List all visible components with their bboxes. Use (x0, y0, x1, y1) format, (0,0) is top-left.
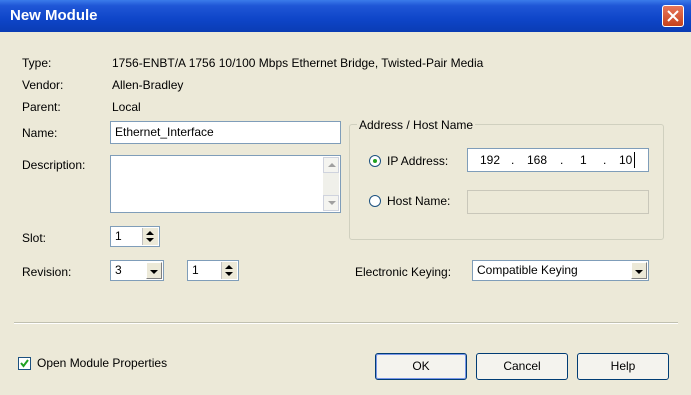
electronic-keying-dropdown-button[interactable] (631, 262, 647, 279)
slot-value: 1 (115, 229, 122, 243)
ip-dot: . (560, 153, 564, 167)
revision-minor-value: 1 (192, 263, 199, 277)
ip-octet-1: 192 (480, 153, 501, 167)
type-value: 1756-ENBT/A 1756 10/100 Mbps Ethernet Br… (112, 56, 484, 70)
ip-address-input[interactable]: 192 . 168 . 1 . 10 (467, 148, 649, 172)
address-group-label: Address / Host Name (357, 118, 476, 132)
slot-label: Slot: (22, 231, 47, 245)
spin-up-icon (225, 265, 233, 269)
ip-address-radio[interactable] (369, 155, 381, 167)
ip-address-label: IP Address: (387, 154, 449, 168)
description-label: Description: (22, 158, 86, 172)
chevron-down-icon (150, 270, 158, 274)
host-name-radio[interactable] (369, 195, 381, 207)
window-title: New Module (10, 7, 98, 24)
cancel-button[interactable]: Cancel (476, 353, 568, 380)
vendor-label: Vendor: (22, 78, 64, 92)
scroll-down-button[interactable] (323, 195, 339, 211)
revision-major-dropdown-button[interactable] (146, 262, 162, 279)
host-name-input[interactable] (467, 190, 649, 214)
text-cursor (634, 152, 635, 168)
spin-up-icon (146, 231, 154, 235)
host-name-label: Host Name: (387, 194, 451, 208)
parent-value: Local (112, 100, 141, 114)
title-bar (0, 0, 691, 32)
radio-selected-dot (373, 159, 377, 163)
spin-down-icon (225, 272, 233, 276)
revision-major-value: 3 (115, 263, 122, 277)
description-scrollbar[interactable] (323, 157, 339, 211)
revision-label: Revision: (22, 265, 72, 279)
close-button[interactable] (662, 5, 684, 27)
checkmark-icon (20, 359, 29, 368)
parent-label: Parent: (22, 100, 61, 114)
slot-stepper[interactable]: 1 (110, 226, 160, 247)
ip-octet-2: 168 (527, 153, 548, 167)
address-group (349, 124, 664, 240)
electronic-keying-label: Electronic Keying: (355, 265, 452, 279)
arrow-down-icon (328, 201, 336, 205)
name-input[interactable]: Ethernet_Interface (110, 121, 341, 144)
name-input-value: Ethernet_Interface (115, 125, 214, 139)
description-textarea[interactable] (110, 155, 341, 213)
spin-down-icon (146, 238, 154, 242)
vendor-value: Allen-Bradley (112, 78, 184, 92)
electronic-keying-value: Compatible Keying (477, 263, 578, 277)
open-module-properties-checkbox[interactable] (18, 357, 31, 370)
chevron-down-icon (635, 270, 643, 274)
help-button[interactable]: Help (577, 353, 669, 380)
electronic-keying-select[interactable]: Compatible Keying (472, 260, 649, 281)
revision-minor-spin-buttons[interactable] (221, 262, 237, 279)
separator (14, 322, 678, 324)
revision-major-select[interactable]: 3 (110, 260, 164, 281)
ip-octet-4: 10 (619, 153, 633, 167)
arrow-up-icon (328, 163, 336, 167)
slot-spin-buttons[interactable] (142, 228, 158, 245)
name-label: Name: (22, 126, 58, 140)
scroll-up-button[interactable] (323, 157, 339, 173)
close-icon (667, 10, 679, 22)
type-label: Type: (22, 56, 52, 70)
ip-dot: . (511, 153, 515, 167)
ip-dot: . (603, 153, 607, 167)
ip-octet-3: 1 (580, 153, 587, 167)
ok-button[interactable]: OK (375, 353, 467, 380)
open-module-properties-label: Open Module Properties (37, 356, 168, 370)
revision-minor-stepper[interactable]: 1 (187, 260, 239, 281)
